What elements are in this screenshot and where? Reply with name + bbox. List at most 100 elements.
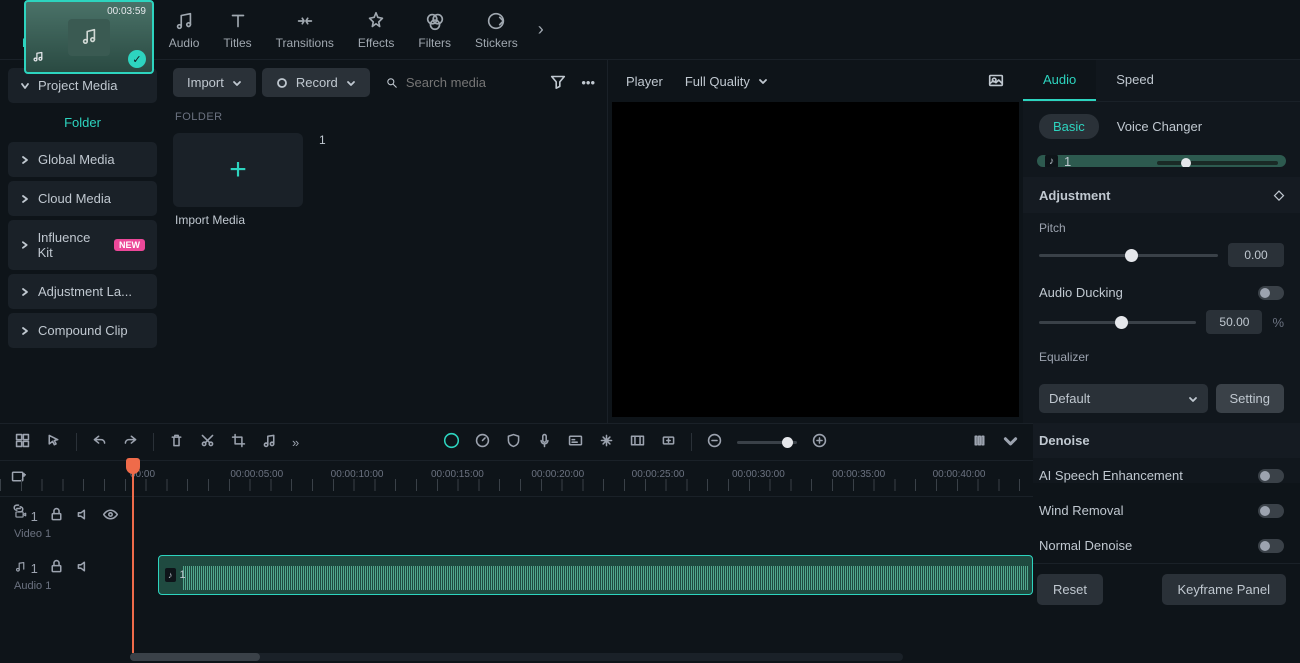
insert-icon[interactable]: [660, 432, 677, 452]
frame-icon[interactable]: [629, 432, 646, 452]
audio-tool-icon[interactable]: [261, 432, 278, 452]
sidebar-project-media-label: Project Media: [38, 78, 117, 93]
ducking-slider[interactable]: [1039, 321, 1196, 324]
redo-icon[interactable]: [122, 432, 139, 452]
quality-value: Full Quality: [685, 74, 750, 89]
track-mute-icon[interactable]: [75, 558, 92, 578]
sidebar-cloud-media[interactable]: Cloud Media: [8, 181, 157, 216]
wave-scrub-slider[interactable]: [1157, 161, 1278, 165]
playhead[interactable]: [132, 460, 134, 653]
timeline-scrollbar[interactable]: [130, 653, 903, 661]
keyframe-panel-button[interactable]: Keyframe Panel: [1162, 574, 1287, 605]
pitch-slider[interactable]: [1039, 254, 1218, 257]
mic-icon[interactable]: [536, 432, 553, 452]
undo-icon[interactable]: [91, 432, 108, 452]
tabs-overflow-icon[interactable]: ›: [538, 19, 544, 40]
denoise-section[interactable]: Denoise: [1023, 423, 1300, 458]
video-track-label: Video 1: [14, 528, 120, 540]
search-media[interactable]: [376, 68, 540, 97]
normal-denoise-label: Normal Denoise: [1039, 538, 1132, 553]
equalizer-setting-button[interactable]: Setting: [1216, 384, 1284, 413]
track-visibility-icon[interactable]: [102, 506, 119, 526]
audio-waveform-preview[interactable]: ♪ 1: [1037, 155, 1286, 167]
delete-icon[interactable]: [168, 432, 185, 452]
audio-track-1: 1 Audio 1 ♪ 1: [8, 549, 1033, 601]
adjustment-section[interactable]: Adjustment ◇: [1023, 177, 1300, 213]
sidebar-cloud-media-label: Cloud Media: [38, 191, 111, 206]
import-label: Import: [187, 75, 224, 90]
audio-clip[interactable]: ♪ 1: [158, 555, 1033, 595]
shield-icon[interactable]: [505, 432, 522, 452]
tab-filters[interactable]: Filters: [408, 6, 461, 54]
group-icon[interactable]: [598, 432, 615, 452]
clip-name-label: 1: [317, 133, 326, 147]
video-track-1: 1 Video 1: [8, 497, 1033, 549]
cut-icon[interactable]: [199, 432, 216, 452]
wave-clip-icon: ♪: [1045, 155, 1058, 167]
track-lock-icon[interactable]: [48, 506, 65, 526]
equalizer-select[interactable]: Default: [1039, 384, 1208, 413]
tab-audio[interactable]: Audio: [159, 6, 210, 54]
equalizer-value: Default: [1049, 391, 1090, 406]
wave-clip-name: 1: [1064, 155, 1071, 167]
ai-tool-icon[interactable]: [443, 432, 460, 452]
track-options-icon[interactable]: [1002, 432, 1019, 452]
ai-speech-toggle[interactable]: [1258, 469, 1284, 483]
ducking-unit: %: [1272, 315, 1284, 330]
track-lock-icon[interactable]: [48, 558, 65, 578]
video-track-body[interactable]: [134, 503, 1033, 543]
tab-stickers[interactable]: Stickers: [465, 6, 528, 54]
sidebar-compound-clip[interactable]: Compound Clip: [8, 313, 157, 348]
snapshot-icon[interactable]: [987, 71, 1005, 92]
tab-transitions-label: Transitions: [276, 36, 334, 50]
more-icon[interactable]: •••: [577, 71, 599, 94]
reset-button[interactable]: Reset: [1037, 574, 1103, 605]
player-viewport[interactable]: [612, 102, 1019, 417]
select-tool-icon[interactable]: [14, 432, 31, 452]
quality-select[interactable]: Full Quality: [677, 72, 776, 91]
check-icon: ✓: [128, 50, 146, 68]
sidebar-influence-kit-label: Influence Kit: [38, 230, 106, 260]
subtab-basic[interactable]: Basic: [1039, 114, 1099, 139]
search-input[interactable]: [406, 75, 530, 90]
timeline-ruler[interactable]: 00:00 00:00:05:00 00:00:10:00 00:00:15:0…: [0, 461, 1033, 497]
track-mute-icon[interactable]: [75, 506, 92, 526]
crop-icon[interactable]: [230, 432, 247, 452]
speed-tool-icon[interactable]: [474, 432, 491, 452]
ducking-value[interactable]: 50.00: [1206, 310, 1262, 334]
tab-effects-label: Effects: [358, 36, 394, 50]
zoom-out-icon[interactable]: [706, 432, 723, 452]
tab-audio-label: Audio: [169, 36, 200, 50]
audio-track-body[interactable]: ♪ 1: [134, 555, 1033, 595]
player-panel: Player Full Quality 00:00:00:00 / 00:04:…: [608, 60, 1023, 483]
sidebar-folder[interactable]: Folder: [8, 107, 157, 138]
pitch-value[interactable]: 0.00: [1228, 243, 1284, 267]
more-tools-icon[interactable]: »: [292, 435, 299, 450]
normal-denoise-toggle[interactable]: [1258, 539, 1284, 553]
media-clip-card[interactable]: 00:03:59 ✓ 1: [317, 133, 326, 227]
wind-removal-toggle[interactable]: [1258, 504, 1284, 518]
zoom-slider[interactable]: [737, 441, 797, 444]
captions-icon[interactable]: [567, 432, 584, 452]
track-height-icon[interactable]: [971, 432, 988, 452]
pointer-tool-icon[interactable]: [45, 432, 62, 452]
tab-effects[interactable]: Effects: [348, 6, 404, 54]
zoom-in-icon[interactable]: [811, 432, 828, 452]
prop-tab-audio[interactable]: Audio: [1023, 60, 1096, 101]
tab-transitions[interactable]: Transitions: [266, 6, 344, 54]
ducking-toggle[interactable]: [1258, 286, 1284, 300]
record-button[interactable]: Record: [262, 68, 370, 97]
tab-titles[interactable]: Titles: [213, 6, 261, 54]
sidebar-global-media[interactable]: Global Media: [8, 142, 157, 177]
sidebar-compound-label: Compound Clip: [38, 323, 128, 338]
sidebar-influence-kit[interactable]: Influence Kit NEW: [8, 220, 157, 270]
import-button[interactable]: Import: [173, 68, 256, 97]
sidebar-adjustment-layer[interactable]: Adjustment La...: [8, 274, 157, 309]
denoise-label: Denoise: [1039, 433, 1090, 448]
prop-tab-speed[interactable]: Speed: [1096, 60, 1174, 101]
subtab-voice-changer[interactable]: Voice Changer: [1117, 119, 1202, 134]
sidebar-adjustment-label: Adjustment La...: [38, 284, 132, 299]
filter-icon[interactable]: [545, 68, 571, 97]
keyframe-diamond-icon[interactable]: ◇: [1274, 187, 1284, 203]
import-media-card[interactable]: + Import Media: [173, 133, 303, 227]
